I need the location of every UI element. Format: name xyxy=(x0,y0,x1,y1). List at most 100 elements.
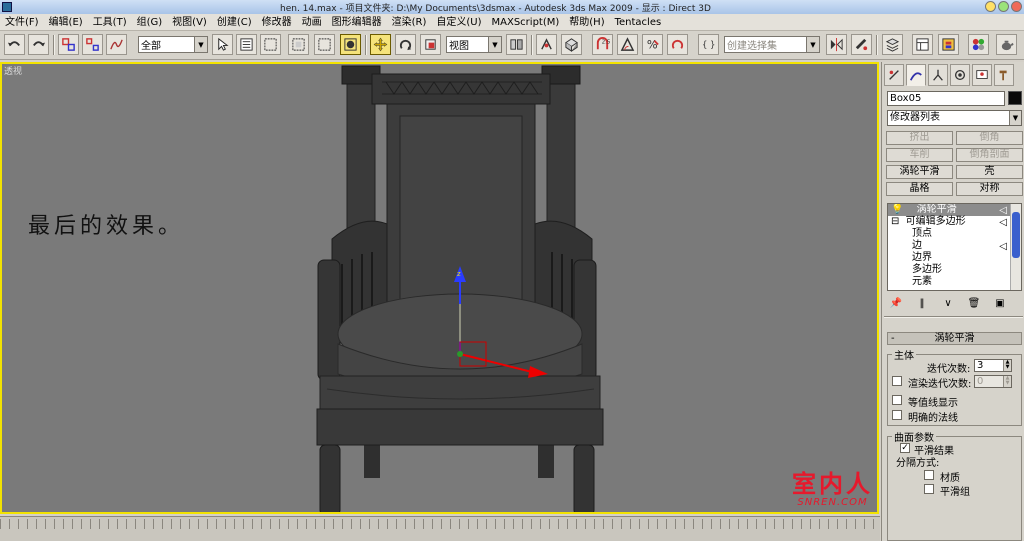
time-slider-track[interactable] xyxy=(0,516,880,541)
lathe-button[interactable]: 车削 xyxy=(886,148,953,162)
menu-customize[interactable]: 自定义(U) xyxy=(431,14,486,31)
percent-snap-button[interactable]: % xyxy=(642,34,663,55)
select-and-manipulate-button[interactable] xyxy=(340,34,361,55)
render-iterations-spinner[interactable]: 0 ▲ ▼ xyxy=(974,375,1012,388)
menu-tools[interactable]: 工具(T) xyxy=(88,14,132,31)
menu-help[interactable]: 帮助(H) xyxy=(564,14,609,31)
lattice-button[interactable]: 晶格 xyxy=(886,182,953,196)
smooth-result-checkbox[interactable]: ✓ xyxy=(900,443,910,453)
turbosmooth-rollout-header[interactable]: - 涡轮平滑 xyxy=(887,332,1022,345)
show-end-result-icon[interactable]: ‖ xyxy=(913,296,931,310)
select-and-scale-button[interactable] xyxy=(420,34,441,55)
lightbulb-icon[interactable]: 💡 xyxy=(888,204,903,215)
tab-display[interactable] xyxy=(972,64,992,86)
tab-create[interactable] xyxy=(884,64,904,86)
redo-button[interactable] xyxy=(28,34,49,55)
angle-snap-button[interactable] xyxy=(617,34,638,55)
rectangular-selection-button[interactable] xyxy=(260,34,281,55)
keyboard-shortcut-override-button[interactable] xyxy=(561,34,582,55)
subobject-border[interactable]: 边界 xyxy=(888,252,1021,264)
menu-views[interactable]: 视图(V) xyxy=(167,14,212,31)
undo-button[interactable] xyxy=(4,34,25,55)
menu-tentacles[interactable]: Tentacles xyxy=(610,14,667,31)
select-and-move-button[interactable] xyxy=(370,34,391,55)
menu-maxscript[interactable]: MAXScript(M) xyxy=(487,14,565,31)
explicit-normals-checkbox[interactable] xyxy=(892,410,902,420)
spinner-arrows-icon[interactable]: ▲ ▼ xyxy=(1003,376,1011,387)
select-and-manipulate-tool-button[interactable] xyxy=(536,34,557,55)
spinner-arrows-icon[interactable]: ▲ ▼ xyxy=(1003,360,1011,371)
material-checkbox[interactable] xyxy=(924,470,934,480)
spinner-snap-button[interactable] xyxy=(667,34,688,55)
menu-rendering[interactable]: 渲染(R) xyxy=(387,14,432,31)
menu-modifiers[interactable]: 修改器 xyxy=(257,14,297,31)
stack-item-turbosmooth[interactable]: 💡 涡轮平滑 ◁ xyxy=(888,204,1021,216)
pin-stack-icon[interactable]: 📌 xyxy=(887,296,905,310)
render-setup-button[interactable] xyxy=(996,34,1017,55)
subobject-element[interactable]: 元素 xyxy=(888,276,1021,288)
layer-manager-button[interactable] xyxy=(882,34,903,55)
select-object-button[interactable] xyxy=(212,34,233,55)
extrude-button[interactable]: 挤出 xyxy=(886,131,953,145)
mirror-button[interactable] xyxy=(826,34,847,55)
stack-scrollbar[interactable] xyxy=(1010,204,1021,290)
app-window: hen. 14.max - 项目文件夹: D:\My Documents\3ds… xyxy=(0,0,1024,541)
select-by-name-button[interactable] xyxy=(236,34,257,55)
symmetry-button[interactable]: 对称 xyxy=(956,182,1023,196)
selection-filter-dropdown[interactable]: 全部 ▼ xyxy=(138,36,208,53)
perspective-viewport[interactable]: 透视 z 最后的效果。 室内人 SNREN.COM xyxy=(0,62,879,514)
menu-edit[interactable]: 编辑(E) xyxy=(44,14,88,31)
modifier-list-label: 修改器列表 xyxy=(890,112,940,123)
menu-graph-editors[interactable]: 图形编辑器 xyxy=(327,14,387,31)
menu-group[interactable]: 组(G) xyxy=(132,14,168,31)
subobject-edge[interactable]: 边 ◁ xyxy=(888,240,1021,252)
menu-create[interactable]: 创建(C) xyxy=(212,14,257,31)
collapse-toggle-icon[interactable]: ⊟ xyxy=(888,216,899,227)
tab-hierarchy[interactable] xyxy=(928,64,948,86)
shell-button[interactable]: 壳 xyxy=(956,165,1023,179)
bevel-profile-button[interactable]: 倒角剖面 xyxy=(956,148,1023,162)
menu-animation[interactable]: 动画 xyxy=(297,14,327,31)
window-crossing-button[interactable] xyxy=(288,34,309,55)
tab-utilities[interactable] xyxy=(994,64,1014,86)
unlink-button[interactable] xyxy=(82,34,103,55)
pivot-center-button[interactable] xyxy=(506,34,527,55)
object-name-field[interactable]: Box05 xyxy=(887,91,1005,106)
chevron-down-icon: ▼ xyxy=(194,37,207,52)
edit-named-selection-button[interactable]: { } xyxy=(698,34,719,55)
stack-item-editable-poly[interactable]: ⊟ 可编辑多边形 ◁ xyxy=(888,216,1021,228)
subobject-vertex[interactable]: 顶点 xyxy=(888,228,1021,240)
iterations-spinner[interactable]: 3 ▲ ▼ xyxy=(974,359,1012,372)
modifier-stack: 💡 涡轮平滑 ◁ ⊟ 可编辑多边形 ◁ 顶点 边 ◁ 边界 多边形 元素 xyxy=(887,203,1022,291)
object-color-swatch[interactable] xyxy=(1008,91,1022,105)
snaps-toggle-button[interactable]: 2.5 xyxy=(592,34,613,55)
scrollbar-thumb[interactable] xyxy=(1012,212,1020,258)
remove-modifier-icon[interactable]: 🗑 xyxy=(965,296,983,310)
reference-coordinate-dropdown[interactable]: 视图 ▼ xyxy=(446,36,502,53)
select-and-link-button[interactable] xyxy=(58,34,79,55)
material-editor-button[interactable] xyxy=(968,34,989,55)
isoline-display-checkbox[interactable] xyxy=(892,395,902,405)
menu-file[interactable]: 文件(F) xyxy=(0,14,44,31)
make-unique-icon[interactable]: ∨ xyxy=(939,296,957,310)
turbosmooth-button[interactable]: 涡轮平滑 xyxy=(886,165,953,179)
named-selection-sets-dropdown[interactable]: 创建选择集 ▼ xyxy=(724,36,820,53)
tab-modify[interactable] xyxy=(906,64,926,86)
separate-by-label: 分隔方式: xyxy=(896,458,940,469)
maximize-button[interactable] xyxy=(998,1,1009,12)
minimize-button[interactable] xyxy=(985,1,996,12)
smoothing-groups-checkbox[interactable] xyxy=(924,484,934,494)
subobject-polygon[interactable]: 多边形 xyxy=(888,264,1021,276)
close-button[interactable] xyxy=(1011,1,1022,12)
schematic-view-button[interactable] xyxy=(938,34,959,55)
lasso-selection-button[interactable] xyxy=(314,34,335,55)
bevel-button[interactable]: 倒角 xyxy=(956,131,1023,145)
bind-to-spacewarp-button[interactable] xyxy=(106,34,127,55)
curve-editor-button[interactable] xyxy=(912,34,933,55)
modifier-list-dropdown[interactable]: 修改器列表 ▼ xyxy=(887,110,1022,126)
render-iterations-checkbox[interactable] xyxy=(892,376,902,386)
tab-motion[interactable] xyxy=(950,64,970,86)
configure-modifier-sets-icon[interactable]: ▣ xyxy=(991,296,1009,310)
align-button[interactable] xyxy=(851,34,872,55)
select-and-rotate-button[interactable] xyxy=(395,34,416,55)
